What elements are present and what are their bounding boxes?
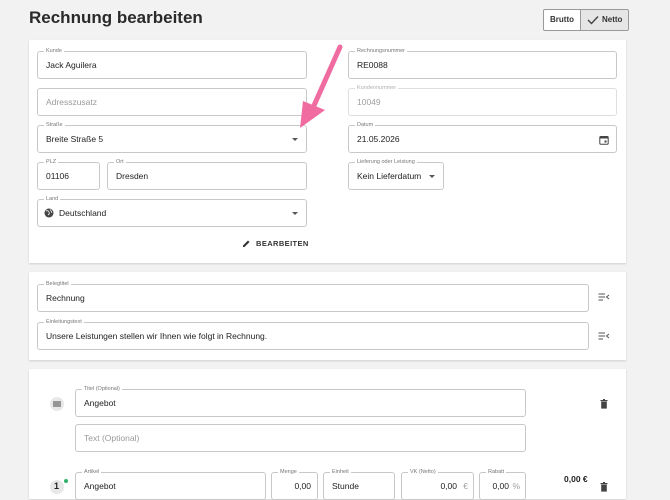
row-total: 0,00 €: [564, 474, 588, 484]
position-title-value: Angebot: [84, 398, 116, 408]
status-dot: [64, 479, 68, 483]
trash-icon[interactable]: [600, 399, 608, 409]
positions-card: Titel (Optional) Angebot Text (Optional)…: [29, 369, 626, 500]
position-text-field[interactable]: Text (Optional): [75, 424, 526, 452]
document-text-card: Belegtitel Rechnung Einleitungstext Unse…: [29, 272, 626, 360]
kundennummer-value: 10049: [357, 97, 381, 107]
datum-field[interactable]: Datum 21.05.2026: [348, 121, 617, 153]
rabatt-value: 0,00: [492, 481, 509, 491]
lines-icon: [53, 401, 61, 407]
menge-value: 0,00: [294, 481, 311, 491]
land-value: Deutschland: [59, 208, 107, 218]
vk-unit: €: [463, 481, 468, 491]
einheit-value: Stunde: [332, 481, 359, 491]
brutto-option[interactable]: Brutto: [544, 10, 580, 30]
address-card: Kunde Jack Aguilera Adresszusatz Straße …: [29, 40, 626, 263]
vk-field[interactable]: VK (Netto) 0,00 €: [401, 468, 474, 500]
chevron-down-icon: [292, 212, 298, 215]
artikel-value: Angebot: [84, 481, 116, 491]
land-select[interactable]: Land Deutschland: [37, 195, 307, 227]
chevron-down-icon: [429, 175, 435, 178]
kunde-value: Jack Aguilera: [46, 60, 97, 70]
text-template-icon[interactable]: [598, 292, 610, 302]
check-icon: [587, 16, 599, 25]
rabatt-unit: %: [512, 481, 520, 491]
adresszusatz-placeholder: Adresszusatz: [46, 97, 98, 107]
einleitungstext-field[interactable]: Einleitungstext Unsere Leistungen stelle…: [37, 318, 589, 350]
kunde-field[interactable]: Kunde Jack Aguilera: [37, 47, 307, 79]
rechnungsnummer-field[interactable]: Rechnungsnummer RE0088: [348, 47, 617, 79]
strasse-value: Breite Straße 5: [46, 134, 104, 144]
pencil-icon: [243, 240, 250, 247]
chevron-down-icon: [292, 138, 298, 141]
edit-address-button[interactable]: BEARBEITEN: [242, 239, 309, 248]
artikel-field[interactable]: Artikel Angebot: [75, 468, 266, 500]
netto-label: Netto: [602, 15, 623, 24]
einheit-field[interactable]: Einheit Stunde: [323, 468, 395, 500]
menge-field[interactable]: Menge 0,00: [271, 468, 318, 500]
drag-handle[interactable]: [50, 397, 64, 411]
adresszusatz-field[interactable]: Adresszusatz: [37, 88, 307, 116]
datum-value: 21.05.2026: [357, 134, 400, 144]
netto-option[interactable]: Netto: [580, 10, 629, 30]
belegtitel-field[interactable]: Belegtitel Rechnung: [37, 280, 589, 312]
ort-value: Dresden: [116, 171, 149, 181]
strasse-select[interactable]: Straße Breite Straße 5: [37, 121, 307, 153]
row-number: 1: [54, 481, 60, 491]
calendar-icon[interactable]: [599, 135, 609, 145]
row-number-badge: 1: [50, 480, 64, 494]
plz-field[interactable]: PLZ 01106: [37, 158, 100, 190]
belegtitel-value: Rechnung: [46, 293, 85, 303]
plz-value: 01106: [46, 171, 70, 181]
ort-field[interactable]: Ort Dresden: [107, 158, 307, 190]
vk-value: 0,00: [440, 481, 457, 491]
price-mode-toggle[interactable]: Brutto Netto: [543, 9, 630, 31]
edit-address-label: BEARBEITEN: [256, 239, 309, 248]
position-title-field[interactable]: Titel (Optional) Angebot: [75, 385, 526, 417]
lieferung-value: Kein Lieferdatum: [357, 171, 422, 181]
page-title: Rechnung bearbeiten: [29, 8, 203, 27]
position-text-placeholder: Text (Optional): [84, 433, 140, 443]
kundennummer-field: Kundennummer 10049: [348, 84, 617, 116]
vk-label: VK (Netto): [408, 468, 438, 476]
rechnungsnummer-value: RE0088: [357, 60, 388, 70]
text-template-icon[interactable]: [598, 331, 610, 341]
lieferung-select[interactable]: Lieferung oder Leistung Kein Lieferdatum: [348, 158, 444, 190]
rabatt-field[interactable]: Rabatt 0,00 %: [479, 468, 526, 500]
einleitungstext-value: Unsere Leistungen stellen wir Ihnen wie …: [46, 331, 268, 341]
land-value-wrap: Deutschland: [44, 200, 106, 226]
trash-icon[interactable]: [600, 482, 608, 492]
globe-icon: [44, 208, 54, 218]
